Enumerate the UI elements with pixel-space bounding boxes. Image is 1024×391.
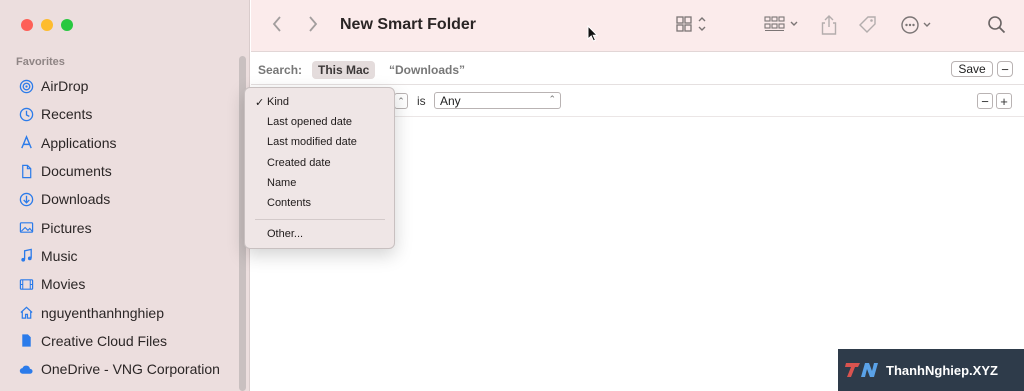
- zoom-window-button[interactable]: [61, 19, 73, 31]
- menu-item-created-date[interactable]: Created date: [267, 157, 331, 169]
- cloud-icon: [18, 361, 34, 377]
- sidebar-list: AirDrop Recents Applications Documents D…: [0, 72, 240, 383]
- home-icon: [18, 305, 34, 321]
- close-window-button[interactable]: [21, 19, 33, 31]
- airdrop-icon: [18, 78, 34, 94]
- pictures-icon: [18, 220, 34, 236]
- search-scope-bar: Search: This Mac “Downloads” Save −: [251, 53, 1024, 85]
- sidebar-item-applications[interactable]: Applications: [0, 129, 240, 157]
- sidebar-item-label: Downloads: [41, 191, 111, 208]
- save-button[interactable]: Save: [951, 61, 993, 77]
- favorites-section-title: Favorites: [16, 56, 65, 68]
- share-button[interactable]: [819, 14, 839, 41]
- sidebar: Favorites AirDrop Recents Applications D…: [0, 0, 250, 391]
- applications-icon: [18, 135, 34, 151]
- more-icon: [899, 14, 937, 41]
- sidebar-item-label: OneDrive - VNG Corporation: [41, 361, 220, 378]
- music-icon: [18, 248, 34, 264]
- sidebar-item-home[interactable]: nguyenthanhnghiep: [0, 298, 240, 326]
- toolbar: New Smart Folder: [251, 0, 1024, 52]
- view-mode-button[interactable]: [675, 14, 711, 39]
- menu-item-kind[interactable]: Kind: [267, 96, 289, 108]
- search-icon: [987, 14, 1007, 41]
- download-icon: [18, 191, 34, 207]
- back-button[interactable]: [271, 14, 283, 39]
- chevron-updown-icon: ⌃: [548, 94, 556, 104]
- menu-item-other[interactable]: Other...: [267, 228, 303, 240]
- group-by-button[interactable]: [763, 14, 803, 39]
- sidebar-item-downloads[interactable]: Downloads: [0, 185, 240, 213]
- sidebar-item-documents[interactable]: Documents: [0, 157, 240, 185]
- mouse-cursor-icon: [587, 24, 599, 47]
- search-label: Search:: [258, 63, 303, 77]
- group-icon: [763, 14, 803, 39]
- sidebar-item-label: Pictures: [41, 219, 92, 236]
- sidebar-item-pictures[interactable]: Pictures: [0, 213, 240, 241]
- sidebar-item-label: AirDrop: [41, 78, 89, 95]
- watermark-text: ThanhNghiep.XYZ: [886, 362, 998, 378]
- clock-icon: [18, 106, 34, 122]
- menu-item-last-modified-date[interactable]: Last modified date: [267, 136, 357, 148]
- sidebar-item-label: Music: [41, 247, 78, 264]
- attribute-dropdown-menu: ✓ Kind Last opened date Last modified da…: [244, 87, 395, 249]
- sidebar-item-label: Creative Cloud Files: [41, 332, 168, 349]
- remove-criteria-button[interactable]: −: [977, 93, 993, 109]
- checkmark-icon: ✓: [255, 97, 265, 109]
- grid-view-icon: [675, 14, 711, 39]
- file-icon: [18, 333, 34, 349]
- menu-item-contents[interactable]: Contents: [267, 197, 311, 209]
- sidebar-item-label: Applications: [41, 134, 117, 151]
- menu-separator: [255, 219, 385, 220]
- share-icon: [819, 14, 839, 41]
- scope-downloads-button[interactable]: “Downloads”: [389, 63, 465, 77]
- chevron-left-icon: [271, 14, 283, 39]
- kind-value-text: Any: [440, 93, 461, 108]
- sidebar-item-label: nguyenthanhnghiep: [41, 304, 165, 321]
- traffic-lights: [21, 19, 73, 31]
- sidebar-item-label: Movies: [41, 276, 86, 293]
- window-title: New Smart Folder: [340, 16, 477, 33]
- watermark: ThanhNghiep.XYZ: [838, 349, 1024, 391]
- action-menu-button[interactable]: [899, 14, 937, 41]
- sidebar-item-airdrop[interactable]: AirDrop: [0, 72, 240, 100]
- attribute-popup-stepper[interactable]: ⌃: [394, 93, 408, 109]
- sidebar-item-onedrive[interactable]: OneDrive - VNG Corporation: [0, 355, 240, 383]
- watermark-logo-icon: [844, 360, 880, 380]
- finder-window: Favorites AirDrop Recents Applications D…: [0, 0, 1024, 391]
- tag-icon: [857, 14, 879, 41]
- chevron-right-icon: [307, 14, 319, 39]
- menu-item-last-opened-date[interactable]: Last opened date: [267, 116, 352, 128]
- kind-value-select[interactable]: Any ⌃: [434, 92, 561, 109]
- movies-icon: [18, 276, 34, 292]
- tag-button[interactable]: [857, 14, 879, 41]
- remove-search-button[interactable]: −: [997, 61, 1013, 77]
- forward-button[interactable]: [307, 14, 319, 39]
- menu-item-name[interactable]: Name: [267, 177, 296, 189]
- minimize-window-button[interactable]: [41, 19, 53, 31]
- sidebar-item-music[interactable]: Music: [0, 242, 240, 270]
- sidebar-item-recents[interactable]: Recents: [0, 100, 240, 128]
- add-criteria-button[interactable]: +: [996, 93, 1012, 109]
- sidebar-item-label: Recents: [41, 106, 93, 123]
- sidebar-item-movies[interactable]: Movies: [0, 270, 240, 298]
- sidebar-item-label: Documents: [41, 163, 112, 180]
- scope-this-mac-button[interactable]: This Mac: [312, 61, 376, 79]
- chevron-updown-icon: ⌃: [397, 95, 405, 106]
- sidebar-item-creative-cloud-files[interactable]: Creative Cloud Files: [0, 327, 240, 355]
- document-icon: [18, 163, 34, 179]
- search-button[interactable]: [987, 14, 1007, 41]
- operator-label: is: [417, 94, 426, 108]
